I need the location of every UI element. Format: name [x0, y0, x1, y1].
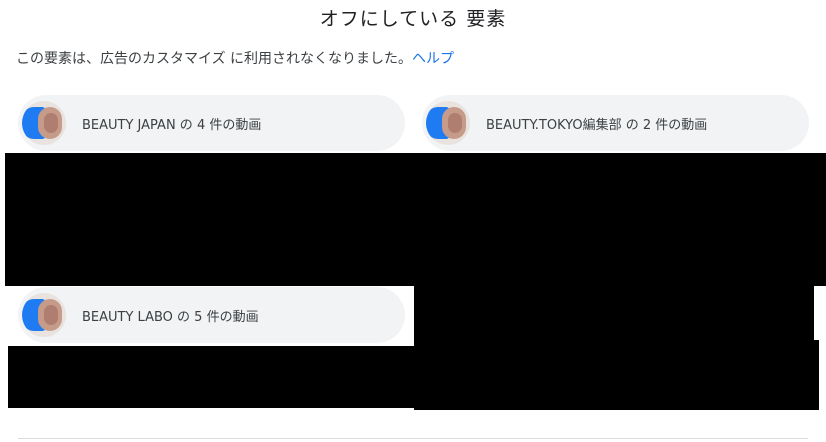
disabled-item-chip[interactable]: BEAUTY LABO の 5 件の動画 — [18, 287, 405, 343]
channel-avatar — [426, 101, 470, 145]
chip-label: BEAUTY LABO の 5 件の動画 — [82, 309, 259, 325]
chip-label: BEAUTY JAPAN の 4 件の動画 — [82, 117, 262, 133]
redaction-block — [8, 346, 415, 408]
page-description: この要素は、広告のカスタマイズ に利用されなくなりました。ヘルプ — [16, 48, 454, 68]
disabled-item-chip[interactable]: BEAUTY JAPAN の 4 件の動画 — [18, 95, 405, 151]
chip-label: BEAUTY.TOKYO編集部 の 2 件の動画 — [486, 117, 708, 133]
channel-avatar — [22, 293, 66, 337]
divider — [18, 438, 808, 439]
channel-avatar — [22, 101, 66, 145]
disabled-item-chip[interactable]: BEAUTY.TOKYO編集部 の 2 件の動画 — [422, 95, 809, 151]
redaction-block — [414, 340, 819, 410]
redaction-block — [414, 286, 814, 340]
page-title: オフにしている 要素 — [319, 8, 507, 30]
help-link[interactable]: ヘルプ — [412, 51, 454, 67]
redaction-block — [5, 153, 826, 286]
description-text: この要素は、広告のカスタマイズ に利用されなくなりました。 — [16, 51, 413, 67]
